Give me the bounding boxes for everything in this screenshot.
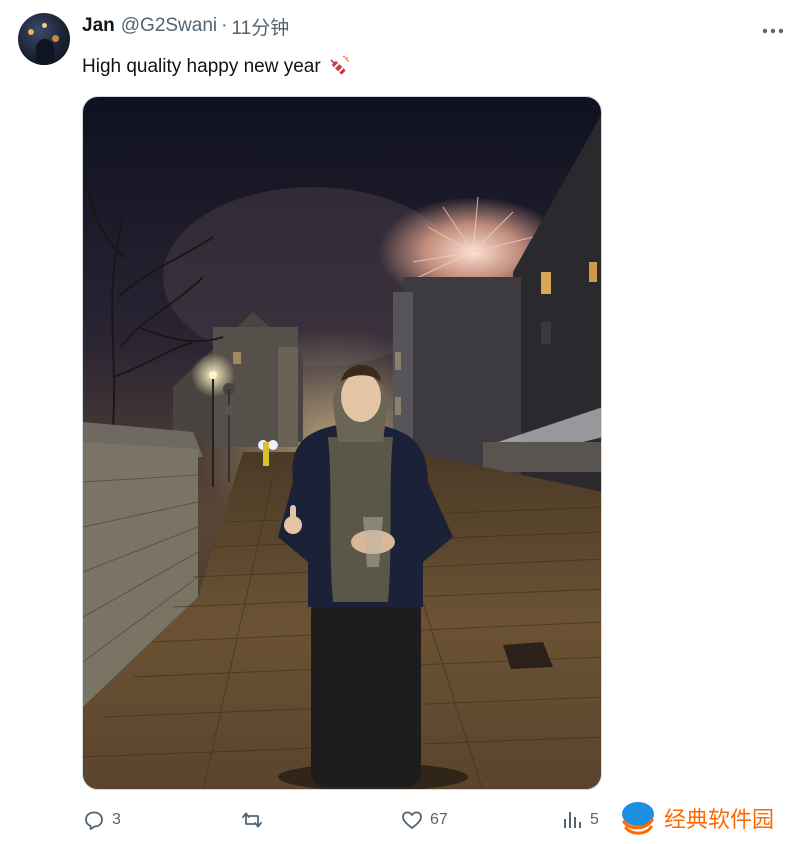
avatar-light xyxy=(42,23,47,28)
avatar-figure xyxy=(36,39,54,65)
timestamp[interactable]: 11分钟 xyxy=(231,13,289,40)
heart-icon xyxy=(402,811,422,829)
retweet-icon xyxy=(242,812,262,828)
avatar-light xyxy=(52,35,59,42)
header-separator: · xyxy=(221,15,228,36)
like-button[interactable]: 67 xyxy=(400,804,448,836)
photo-image xyxy=(83,97,601,789)
author-name[interactable]: Jan xyxy=(82,15,115,37)
more-icon xyxy=(762,28,784,34)
views-chart-icon xyxy=(564,812,581,828)
watermark-text: 经典软件园 xyxy=(664,808,775,833)
avatar-light xyxy=(28,29,34,35)
firecracker-emoji-icon xyxy=(326,55,350,79)
tweet-header: Jan @G2Swani · 11分钟 xyxy=(82,13,289,40)
views-count: 5 xyxy=(590,811,599,828)
views-button[interactable]: 5 xyxy=(560,804,599,836)
more-options-button[interactable] xyxy=(760,18,786,44)
tweet-text: High quality happy new year xyxy=(82,55,350,79)
tweet-photo[interactable] xyxy=(82,96,602,790)
avatar[interactable] xyxy=(18,13,70,65)
reply-count: 3 xyxy=(112,811,121,828)
reply-button[interactable]: 3 xyxy=(82,804,121,836)
tweet-body: High quality happy new year xyxy=(82,56,321,77)
tweet-actions: 3 67 5 xyxy=(82,804,622,836)
site-watermark: 经典软件园 xyxy=(618,796,794,840)
reply-icon xyxy=(85,811,103,830)
retweet-button[interactable] xyxy=(240,804,270,836)
watermark-logo-icon xyxy=(622,802,654,835)
author-handle[interactable]: @G2Swani xyxy=(121,15,217,37)
like-count: 67 xyxy=(430,811,448,828)
